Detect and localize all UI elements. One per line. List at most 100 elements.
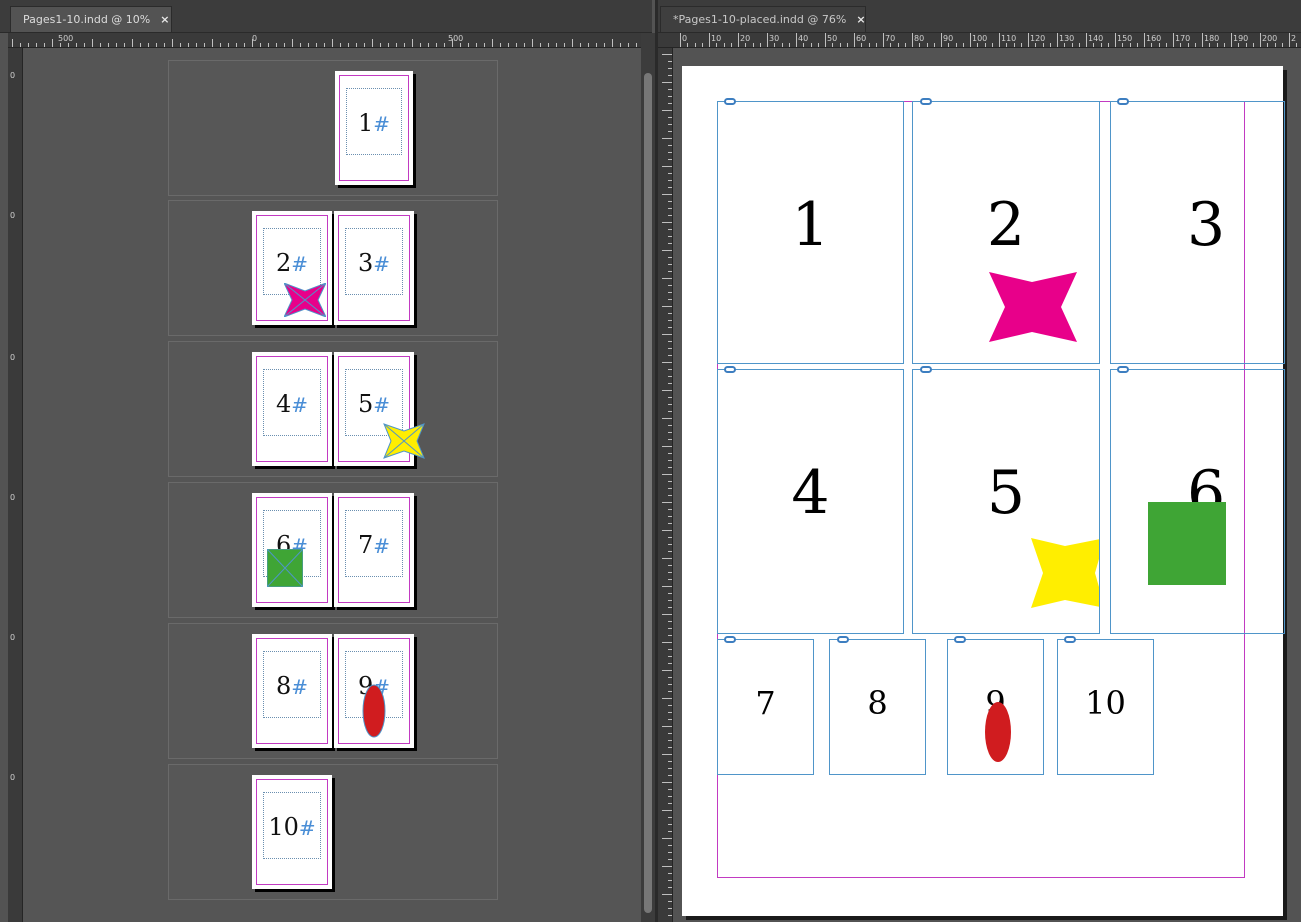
ruler-tick bbox=[1209, 43, 1211, 47]
ruler-tick bbox=[803, 43, 805, 47]
page-thumbnail-9[interactable]: 9# bbox=[334, 634, 414, 748]
page-thumbnail-1[interactable]: 1# bbox=[335, 71, 413, 185]
ruler-label: 0 bbox=[10, 71, 16, 80]
page-thumbnail-10[interactable]: 10# bbox=[252, 775, 332, 889]
placed-page-frame-1[interactable]: 1 bbox=[717, 101, 904, 364]
ruler-tick bbox=[348, 43, 349, 47]
spread-6-7[interactable]: 6# 7# bbox=[168, 482, 498, 618]
link-icon[interactable] bbox=[920, 366, 932, 373]
tab-pages1-10[interactable]: Pages1-10.indd @ 10% × bbox=[10, 6, 172, 32]
ruler-tick bbox=[668, 355, 672, 356]
link-icon[interactable] bbox=[837, 636, 849, 643]
star-shape-icon bbox=[1031, 538, 1099, 608]
ruler-tick bbox=[662, 82, 672, 83]
left-vertical-scrollbar[interactable] bbox=[641, 33, 655, 922]
ruler-tick bbox=[668, 236, 672, 237]
document-page[interactable]: 1 2 3 4 5 6 7 8 10 bbox=[682, 66, 1285, 916]
ruler-tick bbox=[701, 43, 703, 47]
tab-pages1-10-placed[interactable]: *Pages1-10-placed.indd @ 76% × bbox=[660, 6, 866, 32]
ruler-tick bbox=[662, 194, 672, 195]
link-icon[interactable] bbox=[1064, 636, 1076, 643]
ruler-label: 180 bbox=[1204, 34, 1220, 43]
ruler-tick bbox=[300, 43, 301, 47]
placed-page-frame-9[interactable]: 9 bbox=[947, 639, 1044, 775]
ruler-tick bbox=[668, 572, 672, 573]
spread-8-9[interactable]: 8# 9# bbox=[168, 623, 498, 759]
ruler-tick bbox=[745, 43, 747, 47]
link-icon[interactable] bbox=[724, 98, 736, 105]
placed-page-frame-8[interactable]: 8 bbox=[829, 639, 926, 775]
ruler-tick bbox=[668, 103, 672, 104]
ruler-tick bbox=[752, 43, 754, 47]
ruler-tick bbox=[28, 43, 29, 47]
placed-page-frame-10[interactable]: 10 bbox=[1057, 639, 1154, 775]
placed-page-frame-5[interactable]: 5 bbox=[912, 369, 1100, 634]
ruler-tick bbox=[204, 43, 205, 47]
page-thumbnail-6[interactable]: 6# bbox=[252, 493, 332, 607]
link-icon[interactable] bbox=[724, 636, 736, 643]
placed-page-frame-4[interactable]: 4 bbox=[717, 369, 904, 634]
ruler-tick bbox=[1158, 43, 1160, 47]
ruler-tick bbox=[668, 887, 672, 888]
ruler-tick bbox=[580, 43, 581, 47]
page-thumbnail-5[interactable]: 5# bbox=[334, 352, 425, 466]
ruler-tick bbox=[340, 43, 341, 47]
ruler-tick bbox=[84, 43, 85, 47]
scrollbar-thumb[interactable] bbox=[644, 73, 652, 913]
link-icon[interactable] bbox=[920, 98, 932, 105]
page-thumbnail-3[interactable]: 3# bbox=[334, 211, 414, 325]
ruler-tick bbox=[668, 600, 672, 601]
ruler-label: 50 bbox=[827, 34, 838, 43]
spread-4-5[interactable]: 4# 5# bbox=[168, 341, 498, 477]
ruler-tick bbox=[1223, 43, 1225, 47]
horizontal-ruler-right: 0 10 20 30 40 50 60 70 80 90 100 110 120 130 140 150 160… bbox=[658, 33, 1301, 48]
ruler-tick bbox=[668, 901, 672, 902]
page-thumbnail-2[interactable]: 2# bbox=[252, 211, 332, 325]
ruler-tick bbox=[588, 43, 589, 47]
placed-page-frame-7[interactable]: 7 bbox=[717, 639, 814, 775]
ruler-tick bbox=[556, 43, 557, 47]
close-icon[interactable]: × bbox=[856, 13, 865, 26]
spread-2-3[interactable]: 2# 3# bbox=[168, 200, 498, 336]
ruler-tick bbox=[668, 327, 672, 328]
ruler-tick bbox=[372, 39, 373, 47]
ruler-tick bbox=[668, 544, 672, 545]
ruler-tick bbox=[540, 43, 541, 47]
ruler-label: 0 bbox=[10, 633, 16, 642]
page-thumbnail-8[interactable]: 8# bbox=[252, 634, 332, 748]
page-thumbnail-4[interactable]: 4# bbox=[252, 352, 332, 466]
ruler-tick bbox=[252, 39, 253, 47]
ruler-tick bbox=[612, 39, 613, 47]
ruler-tick bbox=[1216, 43, 1218, 47]
ruler-tick bbox=[668, 180, 672, 181]
ruler-tick bbox=[662, 474, 672, 475]
vertical-ruler: 0 0 0 0 0 0 bbox=[8, 48, 23, 922]
placed-page-frame-6[interactable]: 6 bbox=[1110, 369, 1285, 634]
ruler-tick bbox=[890, 43, 892, 47]
ruler-tick bbox=[668, 271, 672, 272]
spread-1[interactable]: 1# bbox=[168, 60, 498, 196]
spread-10[interactable]: 10# bbox=[168, 764, 498, 900]
ruler-tick bbox=[668, 789, 672, 790]
link-icon[interactable] bbox=[954, 636, 966, 643]
close-icon[interactable]: × bbox=[160, 13, 169, 26]
placed-page-frame-3[interactable]: 3 bbox=[1110, 101, 1285, 364]
link-icon[interactable] bbox=[1117, 366, 1129, 373]
ruler-tick bbox=[662, 138, 672, 139]
placed-page-frame-2[interactable]: 2 bbox=[912, 101, 1100, 364]
ruler-tick bbox=[52, 39, 53, 47]
ruler-label: 100 bbox=[972, 34, 988, 43]
ruler-tick bbox=[212, 39, 213, 47]
ruler-tick bbox=[662, 54, 672, 55]
red-ellipse-shape bbox=[985, 702, 1011, 762]
ruler-tick bbox=[668, 607, 672, 608]
ruler-tick bbox=[244, 43, 245, 47]
link-icon[interactable] bbox=[724, 366, 736, 373]
link-icon[interactable] bbox=[1117, 98, 1129, 105]
page-thumbnail-7[interactable]: 7# bbox=[334, 493, 414, 607]
ruler-label: 170 bbox=[1175, 34, 1191, 43]
ruler-tick bbox=[668, 264, 672, 265]
ruler-tick bbox=[1100, 43, 1102, 47]
ruler-tick bbox=[662, 250, 672, 251]
ruler-tick bbox=[524, 43, 525, 47]
